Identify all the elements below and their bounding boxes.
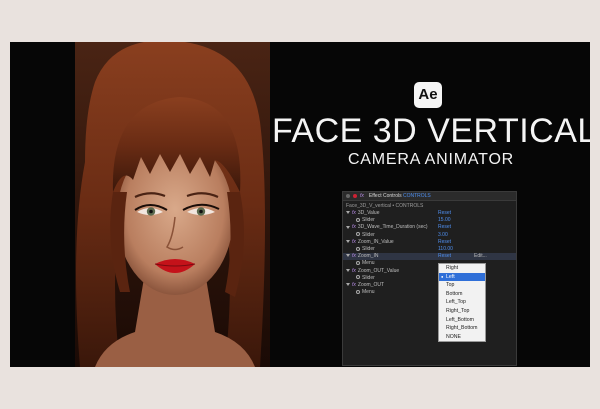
effect-row-label: Zoom_OUT xyxy=(358,282,384,289)
reset-link[interactable]: Reset xyxy=(438,210,451,217)
reset-link[interactable]: Reset xyxy=(438,224,451,231)
edit-button[interactable]: Edit... xyxy=(474,253,487,259)
effect-row-label: Slider xyxy=(346,217,375,224)
effect-row-label: Zoom_OUT_Value xyxy=(358,268,399,275)
panel-title[interactable]: Effect Controls CONTROLS xyxy=(369,193,431,199)
effect-value[interactable]: 3.00 xyxy=(438,232,448,239)
effect-row-label: 3D_Value xyxy=(358,210,380,217)
stopwatch-icon[interactable] xyxy=(356,217,360,222)
effect-row[interactable]: fx 3D_Wave_Time_Duration (sec) Reset xyxy=(343,224,516,231)
effect-row-label: Slider xyxy=(346,275,375,282)
effect-row-label-text: Zoom_IN xyxy=(357,253,379,260)
effect-row-label: Slider xyxy=(346,246,375,253)
twirl-icon[interactable] xyxy=(346,268,350,272)
effect-row-label-text: 3D_Value xyxy=(357,210,380,216)
dropdown-option[interactable]: Left_Top xyxy=(439,298,485,307)
twirl-icon[interactable] xyxy=(346,254,350,258)
effect-row-label-text: Slider xyxy=(362,217,375,224)
effect-row-label-text: 3D_Wave_Time_Duration (sec) xyxy=(357,224,428,231)
preview-card: Ae FACE 3D VERTICAL CAMERA ANIMATOR fx E… xyxy=(10,42,590,367)
twirl-icon[interactable] xyxy=(346,225,350,229)
effect-row-label-text: Zoom_OUT xyxy=(357,281,385,288)
effect-row-label-text: Zoom_IN_Value xyxy=(357,238,394,245)
fx-icon[interactable]: fx xyxy=(352,210,356,216)
dropdown-option[interactable]: Right_Top xyxy=(439,307,485,316)
effect-row[interactable]: fx Zoom_OUT xyxy=(343,282,516,289)
panel-lock-icon[interactable] xyxy=(353,194,357,198)
twirl-icon[interactable] xyxy=(346,239,350,243)
dropdown-option[interactable]: Bottom xyxy=(439,290,485,299)
stopwatch-icon[interactable] xyxy=(356,275,360,280)
stopwatch-icon[interactable] xyxy=(356,232,360,237)
panel-title-text: Effect Controls xyxy=(368,193,402,199)
effect-row-label-text: Slider xyxy=(362,245,375,252)
fx-icon[interactable]: fx xyxy=(352,239,356,245)
effect-row[interactable]: fxZoom_OUT_ValueReset xyxy=(343,268,516,275)
effect-controls-panel: fx Effect Controls CONTROLS Face_3D_V_ve… xyxy=(342,191,517,366)
twirl-icon[interactable] xyxy=(346,211,350,215)
effect-row[interactable]: fx Zoom_IN Reset xyxy=(343,253,516,261)
stopwatch-icon[interactable] xyxy=(356,260,360,265)
product-title: FACE 3D VERTICAL xyxy=(272,112,590,150)
dropdown-option[interactable]: Right_Bottom xyxy=(439,324,485,333)
effect-row-label-text: Menu xyxy=(362,289,375,296)
direction-dropdown-menu[interactable]: RightLeftTopBottomLeft_TopRight_TopLeft_… xyxy=(438,263,486,342)
effect-property-row[interactable]: Slider 110.00 xyxy=(343,246,516,253)
panel-title-layer: CONTROLS xyxy=(402,193,431,199)
effect-row-label-text: Slider xyxy=(362,274,375,281)
dropdown-option[interactable]: Left_Bottom xyxy=(439,316,485,325)
effect-row[interactable]: fx Zoom_IN_Value Reset xyxy=(343,239,516,246)
stopwatch-icon[interactable] xyxy=(356,246,360,251)
effect-rows: fx 3D_Value Reset Slider 15.00 fx 3D_Wave_Time… xyxy=(343,210,516,296)
panel-close-icon[interactable] xyxy=(346,194,350,198)
after-effects-logo: Ae xyxy=(414,82,442,108)
dropdown-option[interactable]: Left xyxy=(439,272,485,282)
effect-row-label-text: Zoom_OUT_Value xyxy=(357,267,400,274)
twirl-icon[interactable] xyxy=(346,283,350,287)
product-subtitle: CAMERA ANIMATOR xyxy=(347,151,515,168)
fx-icon[interactable]: fx xyxy=(352,268,356,274)
dropdown-option[interactable]: NONE xyxy=(439,333,485,342)
effect-property-row[interactable]: Slider 3.00 xyxy=(343,232,516,239)
reset-link[interactable]: Reset xyxy=(438,239,451,246)
fx-icon[interactable]: fx xyxy=(352,253,356,259)
panel-header: fx Effect Controls CONTROLS xyxy=(343,192,516,201)
effect-row-label-text: Slider xyxy=(362,231,375,238)
portrait-image xyxy=(75,42,270,367)
effect-row-label: 3D_Wave_Time_Duration (sec) xyxy=(358,224,428,231)
effect-row-label: Menu xyxy=(346,289,375,296)
effect-value[interactable]: 15.00 xyxy=(438,217,451,224)
reset-link[interactable]: Reset xyxy=(438,253,451,260)
fx-icon: fx xyxy=(360,193,364,199)
dropdown-option[interactable]: Top xyxy=(439,281,485,290)
stopwatch-icon[interactable] xyxy=(356,289,360,294)
dropdown-option[interactable]: Right xyxy=(439,264,485,273)
effect-property-row[interactable]: Menu xyxy=(343,260,516,267)
effect-property-row[interactable]: Slider 15.00 xyxy=(343,217,516,224)
effect-row[interactable]: fx 3D_Value Reset xyxy=(343,210,516,217)
dropdown-options: RightLeftTopBottomLeft_TopRight_TopLeft_… xyxy=(439,264,485,341)
effect-row-label: Menu xyxy=(346,260,375,267)
effect-row-label: Zoom_IN xyxy=(358,253,379,260)
effect-property-row[interactable]: Menu xyxy=(343,289,516,296)
effect-row-label: Zoom_IN_Value xyxy=(358,239,394,246)
effect-value[interactable]: 110.00 xyxy=(438,246,453,253)
effect-row-label-text: Menu xyxy=(362,260,375,267)
effect-property-row[interactable]: Slider xyxy=(343,275,516,282)
fx-icon[interactable]: fx xyxy=(352,282,356,288)
effect-row-label: Slider xyxy=(346,232,375,239)
woman-portrait-illustration xyxy=(76,42,265,367)
panel-layer-path: Face_3D_V_vertical • CONTROLS xyxy=(346,203,424,209)
fx-icon[interactable]: fx xyxy=(352,224,356,230)
